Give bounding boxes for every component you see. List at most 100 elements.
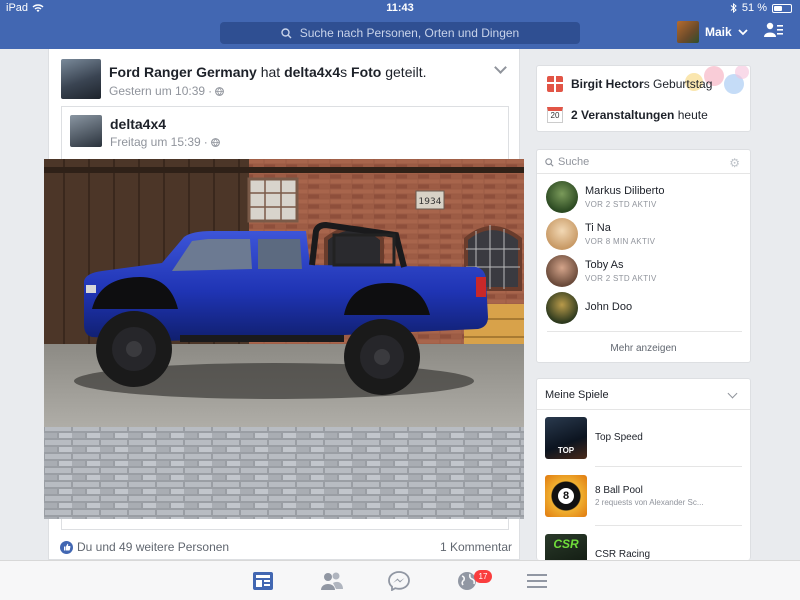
game-icon: 8 bbox=[545, 475, 587, 517]
shared-source-name: delta4x4 bbox=[284, 64, 341, 80]
avatar bbox=[546, 181, 578, 213]
possessive-suffix: s bbox=[340, 64, 348, 80]
contacts-search[interactable]: Suche bbox=[545, 156, 589, 168]
globe-icon bbox=[210, 137, 220, 147]
contact-status: VOR 2 STD AKTIV bbox=[585, 274, 657, 283]
post-meta: Gestern um 10:39 · bbox=[109, 84, 426, 98]
chevron-down-icon[interactable] bbox=[727, 388, 738, 399]
search-placeholder: Suche nach Personen, Orten und Dingen bbox=[299, 26, 520, 40]
battery-percent: 51 % bbox=[741, 2, 767, 14]
shared-meta: Freitag um 15:39 · bbox=[110, 135, 220, 149]
shared-timestamp[interactable]: Freitag um 15:39 bbox=[110, 135, 201, 149]
gear-icon[interactable]: ⚙ bbox=[729, 156, 740, 170]
friend-requests-icon bbox=[764, 22, 783, 37]
events-row[interactable]: 20 2 Veranstaltungen heute bbox=[547, 107, 708, 123]
tab-friends[interactable] bbox=[320, 571, 343, 591]
chevron-down-icon bbox=[738, 28, 748, 35]
tab-news-feed[interactable] bbox=[252, 571, 274, 591]
contacts-card: Suche ⚙ Markus Diliberto VOR 2 STD AKTIV … bbox=[536, 149, 751, 363]
events-text: 2 Veranstaltungen heute bbox=[571, 108, 708, 122]
game-name: Top Speed bbox=[595, 431, 643, 443]
year-sign: 1934 bbox=[419, 197, 442, 207]
tab-more[interactable] bbox=[526, 571, 548, 591]
post-verb: hat bbox=[260, 64, 281, 80]
divider bbox=[595, 466, 742, 467]
status-right: 51 % bbox=[730, 2, 792, 14]
shared-author[interactable]: delta4x4 bbox=[110, 116, 220, 132]
meta-dot: · bbox=[208, 84, 213, 98]
bottom-tab-bar bbox=[0, 560, 800, 600]
post-title: Ford Ranger Germany hat delta4x4s Foto g… bbox=[109, 64, 426, 80]
events-card: Birgit Hectors Geburtstag 20 2 Veranstal… bbox=[536, 65, 751, 132]
game-name: 8 Ball Pool bbox=[595, 485, 643, 496]
contact-item[interactable]: Markus Diliberto VOR 2 STD AKTIV bbox=[546, 181, 664, 213]
post-options-chevron-icon[interactable] bbox=[494, 61, 507, 74]
post-timestamp[interactable]: Gestern um 10:39 bbox=[109, 84, 205, 98]
search-icon bbox=[281, 27, 292, 38]
birthday-row[interactable]: Birgit Hectors Geburtstag bbox=[547, 76, 712, 92]
show-more-button[interactable]: Mehr anzeigen bbox=[537, 343, 750, 354]
page-name-link[interactable]: Ford Ranger Germany bbox=[109, 64, 257, 80]
shared-avatar[interactable] bbox=[70, 115, 102, 147]
news-feed-icon bbox=[253, 572, 273, 590]
reactions-summary[interactable]: Du und 49 weitere Personen bbox=[60, 540, 229, 554]
avatar bbox=[677, 21, 699, 43]
contact-name: Ti Na bbox=[585, 222, 611, 234]
games-card: Meine Spiele TOP Top Speed 8 8 Ball Pool… bbox=[536, 378, 751, 560]
truck-photo-illustration: 1934 bbox=[44, 159, 524, 519]
meta-dot: · bbox=[203, 135, 208, 149]
avatar bbox=[546, 218, 578, 250]
comments-count[interactable]: 1 Kommentar bbox=[440, 540, 512, 554]
birthday-text: Birgit Hectors Geburtstag bbox=[571, 77, 712, 91]
contact-name: John Doo bbox=[585, 300, 633, 313]
search-bar[interactable]: Suche nach Personen, Orten und Dingen bbox=[220, 22, 580, 44]
profile-name: Maik bbox=[705, 25, 732, 39]
post-action: geteilt. bbox=[385, 64, 427, 80]
page-avatar[interactable] bbox=[61, 59, 101, 99]
top-navigation-bar: iPad 11:43 51 % Suche nach Personen, Ort… bbox=[0, 0, 800, 49]
search-icon bbox=[545, 157, 554, 167]
contact-status: VOR 2 STD AKTIV bbox=[585, 200, 657, 209]
photo-link[interactable]: Foto bbox=[351, 64, 381, 80]
contacts-search-label: Suche bbox=[558, 156, 590, 168]
menu-icon bbox=[527, 574, 547, 588]
contact-name: Toby As bbox=[585, 259, 624, 271]
contact-status: VOR 8 MIN AKTIV bbox=[585, 237, 656, 246]
contact-name: Markus Diliberto bbox=[585, 185, 665, 197]
game-item[interactable]: 8 8 Ball Pool 2 requests von Alexander Sc… bbox=[545, 475, 704, 517]
avatar bbox=[546, 292, 578, 324]
divider bbox=[547, 331, 742, 332]
messenger-icon bbox=[388, 571, 410, 592]
divider bbox=[595, 525, 742, 526]
birthday-name: Birgit Hector bbox=[571, 77, 644, 91]
friends-icon bbox=[321, 572, 343, 590]
divider bbox=[537, 173, 750, 174]
game-subtitle: 2 requests von Alexander Sc... bbox=[595, 498, 704, 507]
divider bbox=[537, 409, 750, 410]
globe-icon bbox=[215, 86, 224, 96]
battery-icon bbox=[772, 3, 792, 13]
post-header: Ford Ranger Germany hat delta4x4s Foto g… bbox=[61, 59, 426, 99]
events-suffix: heute bbox=[677, 108, 708, 122]
ios-status-bar: iPad 11:43 51 % bbox=[0, 0, 800, 16]
game-icon: CSR bbox=[545, 534, 587, 560]
gift-icon bbox=[547, 76, 563, 92]
contact-item[interactable]: Ti Na VOR 8 MIN AKTIV bbox=[546, 218, 655, 250]
notifications-badge: 17 bbox=[474, 570, 492, 583]
post-photo[interactable]: 1934 bbox=[44, 159, 524, 519]
bluetooth-icon bbox=[730, 3, 737, 13]
game-icon-label: 8 bbox=[558, 488, 574, 504]
friend-requests-button[interactable] bbox=[764, 22, 784, 43]
profile-menu[interactable]: Maik bbox=[677, 21, 748, 43]
contact-item[interactable]: John Doo bbox=[546, 292, 632, 324]
like-icon bbox=[60, 540, 73, 554]
tab-messenger[interactable] bbox=[388, 571, 410, 592]
game-item[interactable]: TOP Top Speed bbox=[545, 417, 643, 459]
games-title[interactable]: Meine Spiele bbox=[545, 389, 609, 401]
game-name: CSR Racing bbox=[595, 548, 651, 560]
shared-source-link[interactable]: delta4x4 bbox=[284, 64, 340, 80]
avatar bbox=[546, 255, 578, 287]
contact-item[interactable]: Toby As VOR 2 STD AKTIV bbox=[546, 255, 657, 287]
game-item[interactable]: CSR CSR Racing bbox=[545, 534, 650, 560]
shared-post-header: delta4x4 Freitag um 15:39 · bbox=[70, 115, 220, 149]
